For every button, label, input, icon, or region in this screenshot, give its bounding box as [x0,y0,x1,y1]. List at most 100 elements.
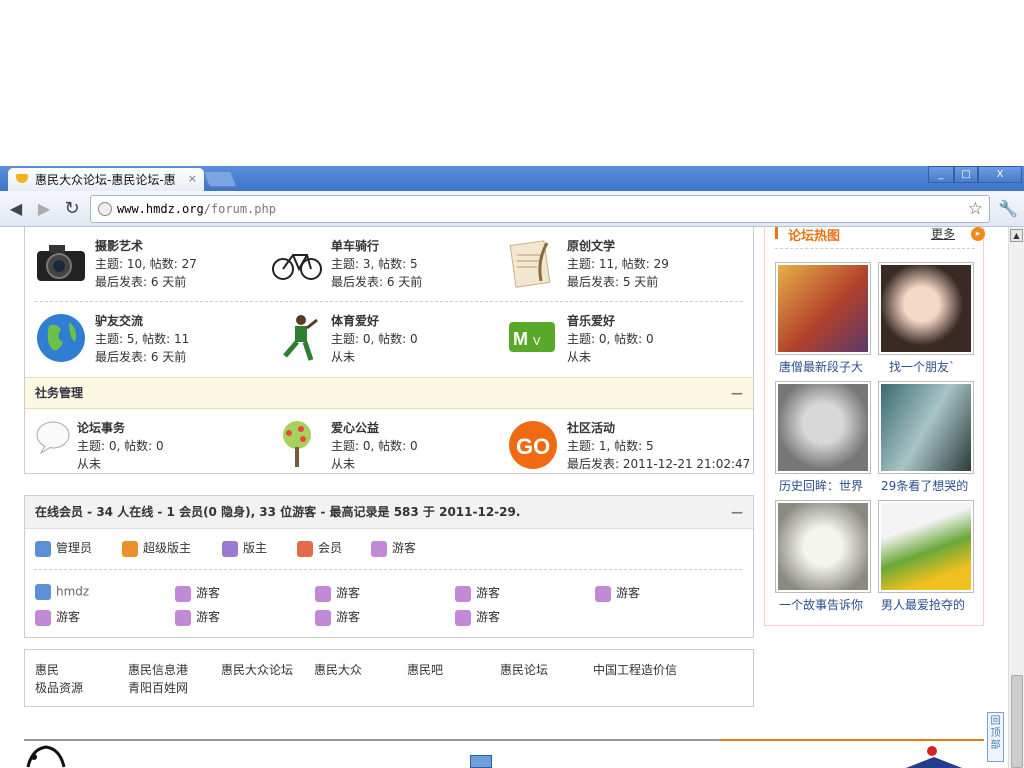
reload-icon[interactable]: ↻ [62,199,82,219]
new-tab-button[interactable] [203,171,237,187]
footer-badge-icon [470,755,492,768]
forum-stats: 主题: 0, 帖数: 0 [567,332,654,346]
footer-house-icon [906,745,962,768]
collapse-icon[interactable]: — [731,378,743,409]
guest-icon [175,609,191,626]
forum-name[interactable]: 爱心公益 [331,419,379,436]
forum-item[interactable]: MV 音乐爱好 主题: 0, 帖数: 0 从未 [507,312,747,372]
back-to-top-button[interactable]: 回顶部 [987,712,1004,762]
globe-icon [35,312,87,364]
back-icon[interactable]: ◀ [6,199,26,219]
admin-icon [35,540,51,557]
friend-link[interactable]: 惠民论坛 [500,661,548,678]
scrollbar-thumb[interactable] [1011,675,1023,768]
svg-text:M: M [513,329,528,349]
more-link[interactable]: 更多 [931,227,955,242]
online-user: 游客 [35,608,80,626]
online-user: 游客 [175,584,220,602]
wrench-icon[interactable]: 🔧 [998,199,1018,218]
vertical-scrollbar[interactable]: ▲ [1008,227,1024,768]
guest-icon [455,609,471,626]
forum-name[interactable]: 社区活动 [567,419,615,436]
friend-link[interactable]: 惠民吧 [407,661,443,678]
browser-tab[interactable]: 惠民大众论坛-惠民论坛-惠 × [8,168,204,191]
friend-link[interactable]: 青阳百姓网 [128,679,188,696]
online-header[interactable]: 在线会员 - 34 人在线 - 1 会员(0 隐身), 33 位游客 - 最高记… [25,496,753,529]
friend-link[interactable]: 惠民信息港 [128,661,188,678]
hot-picture[interactable] [878,500,974,593]
footer-accent-line [720,739,984,741]
friend-link[interactable]: 极品资源 [35,679,83,696]
url-text[interactable]: www.hmdz.org/forum.php [117,202,276,216]
forum-stats: 主题: 1, 帖数: 5 [567,439,654,453]
bookmark-star-icon[interactable]: ☆ [968,199,983,219]
maximize-button[interactable]: □ [954,166,978,183]
hot-picture[interactable] [775,262,871,355]
forum-item[interactable]: 单车骑行 主题: 3, 帖数: 5 最后发表: 6 天前 [271,237,501,297]
tab-title: 惠民大众论坛-惠民论坛-惠 [35,173,176,187]
hot-picture[interactable] [775,500,871,593]
address-bar[interactable]: www.hmdz.org/forum.php ☆ [90,195,990,223]
legend-admin: 管理员 [35,539,92,557]
forum-name[interactable]: 论坛事务 [77,419,125,436]
basketball-player-icon [271,312,323,364]
hot-pictures-sidebar: 论坛热图 更多 ▸ 唐僧最新段子大 找一个朋友` 历史回眸：世界 29条看了想哭… [764,227,985,626]
online-user[interactable]: hmdz [35,584,89,600]
forum-item[interactable]: 摄影艺术 主题: 10, 帖数: 27 最后发表: 6 天前 [35,237,265,297]
guest-icon [35,609,51,626]
picture-caption[interactable]: 找一个朋友` [889,358,989,375]
super-mod-icon [122,540,138,557]
friend-link[interactable]: 惠民大众论坛 [221,661,293,678]
forum-name[interactable]: 驴友交流 [95,312,143,329]
forward-icon[interactable]: ▶ [34,199,54,219]
minimize-button[interactable]: _ [928,166,954,183]
online-user: 游客 [175,608,220,626]
friend-link[interactable]: 惠民大众 [314,661,362,678]
hot-picture[interactable] [878,262,974,355]
picture-caption[interactable]: 29条看了想哭的 [881,477,981,494]
forum-item[interactable]: 驴友交流 主题: 5, 帖数: 11 最后发表: 6 天前 [35,312,265,372]
divider [35,301,743,302]
forum-item[interactable]: GO 社区活动 主题: 1, 帖数: 5 最后发表: 2011-12-21 21… [507,419,750,479]
sidebar-title[interactable]: 论坛热图 [788,227,840,244]
guest-icon [455,585,471,602]
scroll-up-icon[interactable]: ▲ [1010,229,1023,242]
forum-name[interactable]: 原创文学 [567,237,615,254]
picture-caption[interactable]: 男人最爱抢夺的 [881,596,981,613]
forum-stats: 主题: 0, 帖数: 0 [77,439,164,453]
forum-item[interactable]: 原创文学 主题: 11, 帖数: 29 最后发表: 5 天前 [507,237,747,297]
forum-last-post: 最后发表: 6 天前 [95,275,187,289]
category-title[interactable]: 社务管理 [35,386,83,400]
picture-caption[interactable]: 唐僧最新段子大 [779,358,879,375]
forum-last-post: 最后发表: 6 天前 [95,350,187,364]
friend-link[interactable]: 中国工程造价信 [593,661,677,678]
forum-name[interactable]: 摄影艺术 [95,237,143,254]
forum-item[interactable]: 论坛事务 主题: 0, 帖数: 0 从未 [35,419,265,479]
hot-picture[interactable] [878,381,974,474]
arrow-right-icon[interactable]: ▸ [971,227,985,241]
collapse-icon[interactable]: — [731,496,743,528]
close-tab-icon[interactable]: × [188,172,197,185]
forum-stats: 主题: 5, 帖数: 11 [95,332,190,346]
forum-stats: 主题: 10, 帖数: 27 [95,257,197,271]
forum-item[interactable]: 爱心公益 主题: 0, 帖数: 0 从未 [271,419,501,479]
browser-toolbar: ◀ ▶ ↻ www.hmdz.org/forum.php ☆ 🔧 [0,191,1024,227]
forum-name[interactable]: 单车骑行 [331,237,379,254]
close-window-button[interactable]: X [978,166,1022,183]
online-user: 游客 [315,608,360,626]
hot-picture[interactable] [775,381,871,474]
forum-stats: 主题: 3, 帖数: 5 [331,257,418,271]
picture-caption[interactable]: 一个故事告诉你 [779,596,879,613]
friend-link[interactable]: 惠民 [35,661,59,678]
category-header[interactable]: 社务管理 — [25,377,753,409]
legend-mod: 版主 [222,539,267,557]
online-members-box: 在线会员 - 34 人在线 - 1 会员(0 隐身), 33 位游客 - 最高记… [24,495,754,638]
picture-caption[interactable]: 历史回眸：世界 [779,477,879,494]
music-logo-icon: MV [507,312,559,364]
guest-icon [175,585,191,602]
forum-name[interactable]: 体育爱好 [331,312,379,329]
online-summary: 在线会员 - 34 人在线 - 1 会员(0 隐身), 33 位游客 - 最高记… [35,505,521,519]
forum-item[interactable]: 体育爱好 主题: 0, 帖数: 0 从未 [271,312,501,372]
forum-name[interactable]: 音乐爱好 [567,312,615,329]
legend-super-mod: 超级版主 [122,539,191,557]
